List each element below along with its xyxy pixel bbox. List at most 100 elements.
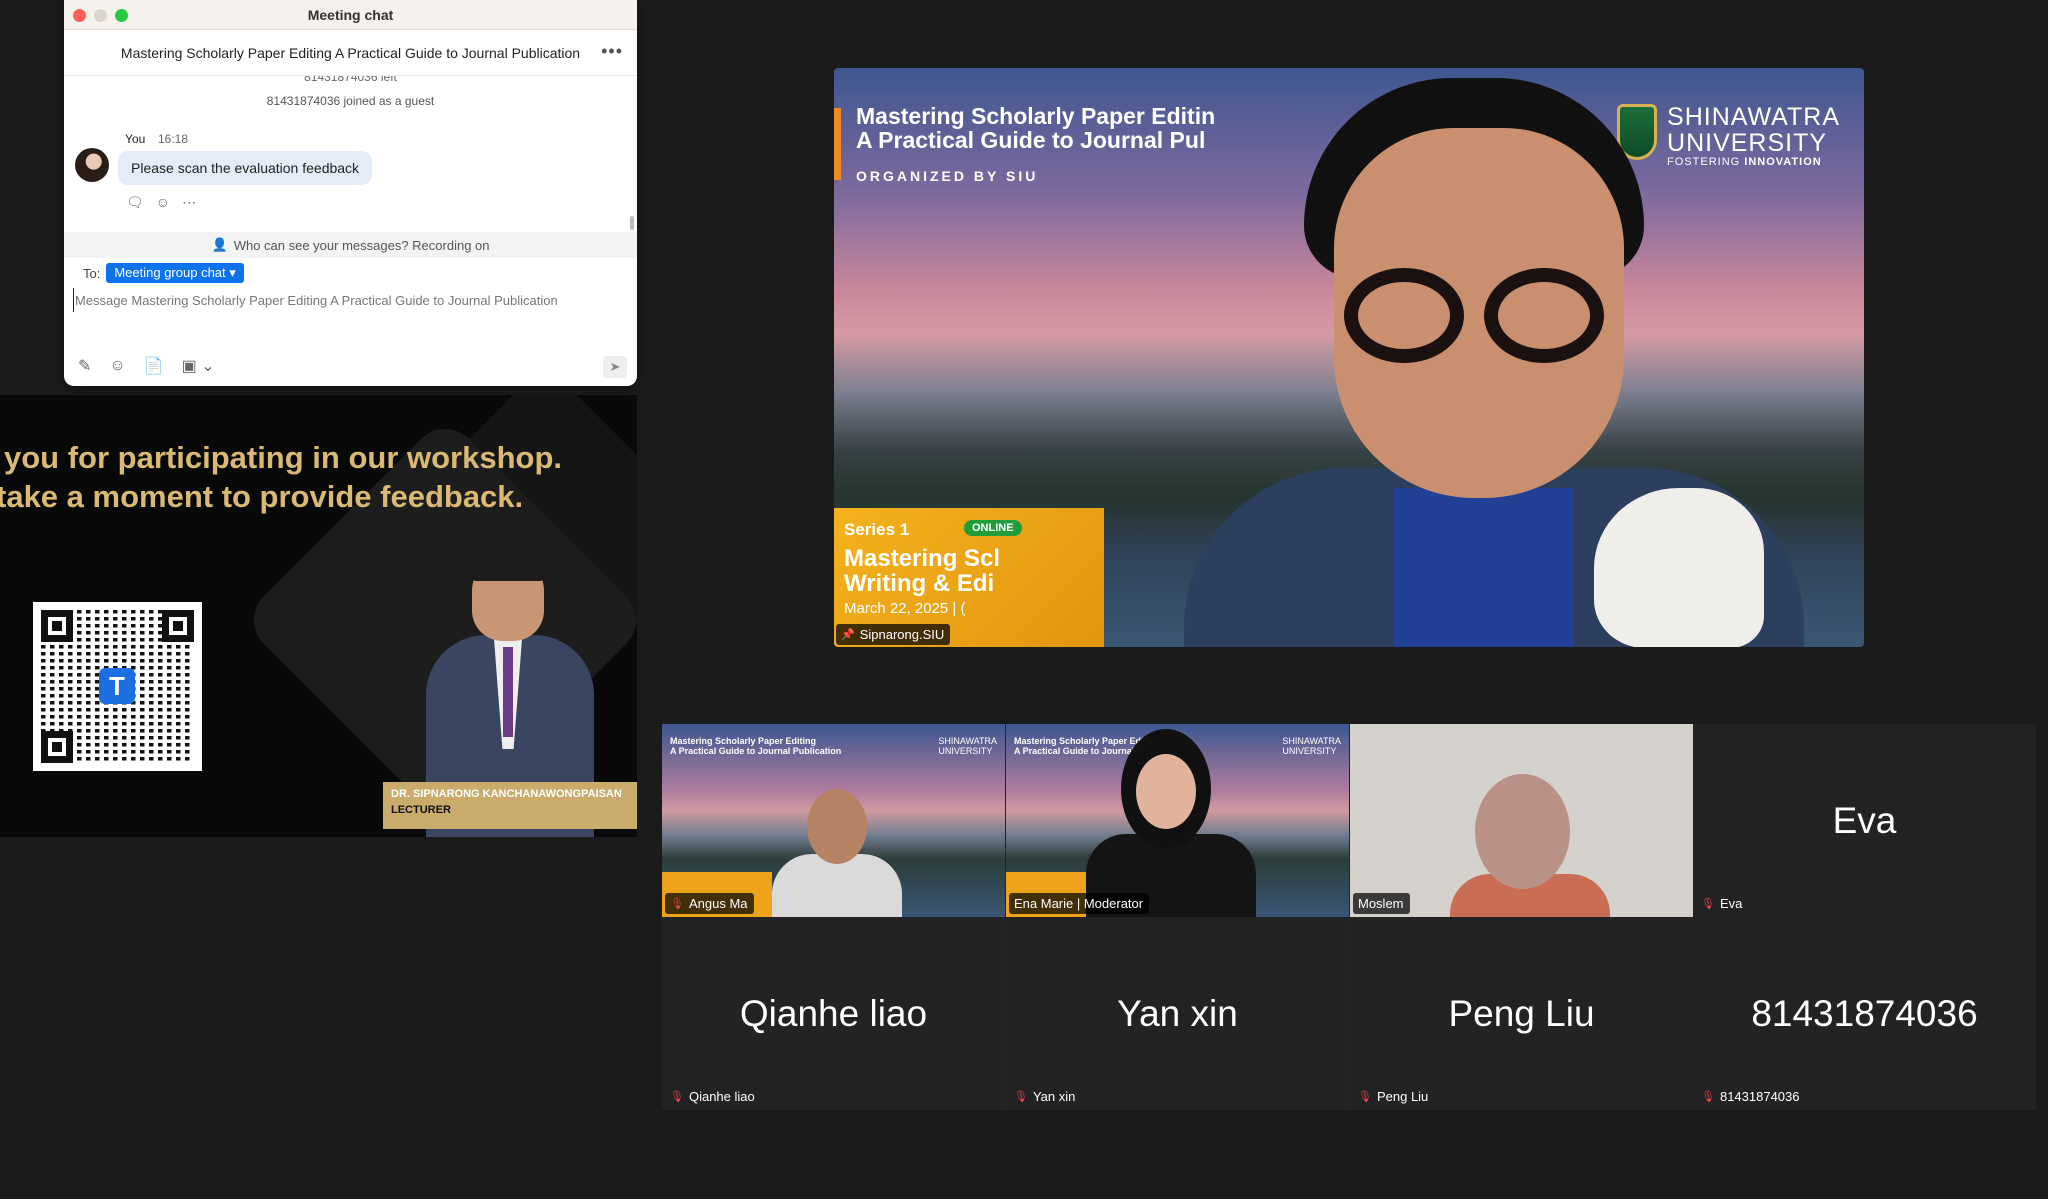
- more-options-button[interactable]: •••: [601, 41, 623, 62]
- mic-off-icon: 🎙: [670, 1091, 684, 1103]
- mic-off-icon: 🎙: [1701, 898, 1715, 910]
- participant-tile[interactable]: Mastering Scholarly Paper Editing A Pract…: [662, 724, 1005, 917]
- system-message: 81431874036 left: [304, 76, 397, 84]
- series-date: March 22, 2025 | (: [844, 600, 966, 617]
- participant-name: Eva: [1719, 896, 1743, 911]
- series-label: Series 1: [844, 520, 910, 539]
- participant-name-tag: 🎙 Eva: [1696, 893, 1748, 914]
- participant-tile[interactable]: Peng Liu 🎙 Peng Liu: [1350, 917, 1693, 1110]
- mic-off-icon: 🎙: [1014, 1091, 1028, 1103]
- university-logo: SHINAWATRA UNIVERSITY: [938, 736, 997, 756]
- participant-name-tag: 🎙 Peng Liu: [1353, 1086, 1434, 1107]
- participant-tile[interactable]: Eva 🎙 Eva: [1693, 724, 2036, 917]
- send-icon: ➤: [609, 359, 621, 374]
- file-icon[interactable]: 📄: [144, 356, 164, 376]
- emoji-icon[interactable]: ☺: [109, 357, 125, 375]
- participant-name: Moslem: [1358, 896, 1404, 911]
- participant-name: Ena Marie | Moderator: [1014, 896, 1144, 911]
- message-actions: 🗨 ☺ ⋯: [126, 194, 196, 211]
- message-sender: You: [125, 132, 146, 146]
- background-title-line: Mastering Scholarly Paper Editin: [856, 103, 1216, 129]
- qr-finder: [162, 610, 194, 642]
- active-speaker-video[interactable]: Mastering Scholarly Paper Editin A Pract…: [834, 68, 1864, 647]
- lecturer-role: LECTURER: [391, 804, 451, 816]
- close-window-button[interactable]: [73, 9, 86, 22]
- format-text-icon[interactable]: ✎: [78, 356, 91, 376]
- participant-name: Peng Liu: [1376, 1089, 1429, 1104]
- qr-finder: [41, 610, 73, 642]
- speaker-person: [1164, 68, 1864, 647]
- qr-finder: [41, 731, 73, 763]
- recipient-row: To: Meeting group chat ▾: [64, 258, 637, 288]
- meeting-chat-window[interactable]: Meeting chat Mastering Scholarly Paper E…: [64, 0, 637, 386]
- chat-titlebar[interactable]: Meeting chat: [64, 0, 637, 30]
- chat-header: Mastering Scholarly Paper Editing A Prac…: [64, 30, 637, 76]
- participant-tile[interactable]: 81431874036 🎙 81431874036: [1693, 917, 2036, 1110]
- shared-screen: you for participating in our workshop. t…: [0, 395, 637, 837]
- message-time: 16:18: [158, 132, 189, 146]
- message-input[interactable]: [73, 288, 628, 312]
- chat-scrollbar[interactable]: [630, 216, 634, 230]
- to-label: To:: [83, 265, 101, 281]
- participant-name-large: Eva: [1832, 799, 1897, 841]
- recording-note: 👤 Who can see your messages? Recording o…: [64, 232, 637, 258]
- participant-name-tag: 🎙 Yan xin: [1009, 1086, 1081, 1107]
- participant-name-tag: 🎙 Angus Ma: [665, 893, 754, 914]
- series-title: Mastering Scl Writing & Edi: [844, 545, 1001, 597]
- message-bubble[interactable]: Please scan the evaluation feedback: [118, 151, 373, 185]
- reply-icon[interactable]: 🗨: [126, 194, 144, 211]
- recording-note-text: Who can see your messages? Recording on: [233, 237, 490, 253]
- slide-text: take a moment to provide feedback.: [0, 479, 524, 514]
- participant-name-tag: Ena Marie | Moderator: [1009, 893, 1150, 914]
- minimize-window-button[interactable]: [94, 9, 107, 22]
- background-title-line: A Practical Guide to Journal Pul: [856, 127, 1206, 153]
- chat-message-list[interactable]: 81431874036 left 81431874036 joined as a…: [64, 76, 637, 232]
- participant-name-tag: 📌 Sipnarong.SIU: [836, 624, 951, 645]
- mic-off-icon: 🎙: [1701, 1091, 1715, 1103]
- online-badge: ONLINE: [964, 520, 1022, 536]
- participant-name: Sipnarong.SIU: [859, 627, 945, 642]
- screenshot-icon[interactable]: ▣ ⌄: [182, 356, 215, 376]
- more-icon[interactable]: ⋯: [182, 194, 196, 211]
- participant-name-tag: Moslem: [1353, 893, 1410, 914]
- recipient-dropdown[interactable]: Meeting group chat ▾: [106, 263, 244, 283]
- participant-name-tag: 🎙 Qianhe liao: [665, 1086, 761, 1107]
- feedback-qr-code: T: [33, 602, 202, 771]
- participant-tile[interactable]: Mastering Scholarly Paper Editing A Pract…: [1006, 724, 1349, 917]
- university-logo: SHINAWATRA UNIVERSITY: [1282, 736, 1341, 756]
- participant-tile[interactable]: Yan xin 🎙 Yan xin: [1006, 917, 1349, 1110]
- participant-name-large: Peng Liu: [1448, 992, 1595, 1034]
- mic-off-icon: 🎙: [1358, 1091, 1372, 1103]
- send-button[interactable]: ➤: [603, 356, 627, 378]
- participant-name-tag: 🎙 81431874036: [1696, 1086, 1806, 1107]
- participant-tile[interactable]: Moslem: [1350, 724, 1693, 917]
- participant-name-large: Qianhe liao: [739, 992, 928, 1034]
- participant-name: Qianhe liao: [688, 1089, 755, 1104]
- participant-name: Yan xin: [1032, 1089, 1076, 1104]
- participant-name-large: 81431874036: [1751, 992, 1978, 1034]
- participant-name-large: Yan xin: [1117, 992, 1238, 1034]
- form-logo-icon: T: [99, 668, 135, 704]
- participant-tile[interactable]: Qianhe liao 🎙 Qianhe liao: [662, 917, 1005, 1110]
- maximize-window-button[interactable]: [115, 9, 128, 22]
- avatar[interactable]: [75, 148, 109, 182]
- participant-name: 81431874036: [1719, 1089, 1800, 1104]
- background-title: Mastering Scholarly Paper Editing A Pract…: [670, 736, 842, 756]
- people-icon: 👤: [211, 237, 228, 252]
- window-controls: [73, 9, 128, 22]
- chat-meeting-name: Mastering Scholarly Paper Editing A Prac…: [120, 44, 581, 61]
- pin-icon: 📌: [841, 629, 855, 641]
- system-message: 81431874036 joined as a guest: [266, 94, 435, 108]
- lecturer-caption: DR. SIPNARONG KANCHANAWONGPAISAN LECTURE…: [383, 782, 637, 829]
- slide-text: you for participating in our workshop.: [4, 440, 563, 475]
- participant-gallery: Mastering Scholarly Paper Editing A Pract…: [662, 724, 2036, 1110]
- lecturer-name: DR. SIPNARONG KANCHANAWONGPAISAN: [391, 788, 622, 800]
- emoji-reaction-icon[interactable]: ☺: [156, 194, 170, 211]
- chat-toolbar: ✎ ☺ 📄 ▣ ⌄: [78, 356, 215, 376]
- background-title: Mastering Scholarly Paper Editin A Pract…: [856, 104, 1215, 152]
- recipient-label: Meeting group chat: [114, 265, 226, 280]
- mic-off-icon: 🎙: [670, 898, 684, 910]
- participant-name: Angus Ma: [688, 896, 748, 911]
- chat-window-title: Meeting chat: [307, 6, 394, 23]
- chevron-down-icon: ▾: [229, 265, 236, 280]
